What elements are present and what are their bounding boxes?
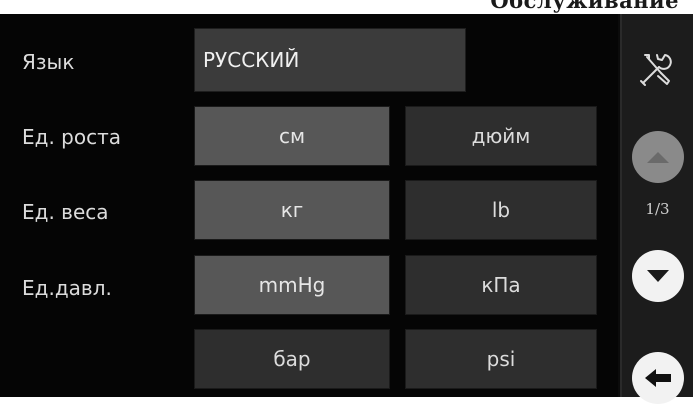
height-unit-cm-button[interactable]: см	[194, 106, 390, 166]
scroll-down-button[interactable]	[632, 250, 684, 302]
arrow-left-icon	[645, 369, 671, 387]
document-header: Обслуживание	[0, 0, 693, 14]
triangle-up-icon	[647, 152, 669, 163]
pressure-units-label: Ед.давл.	[22, 276, 112, 300]
weight-units-label: Ед. веса	[22, 200, 109, 224]
height-unit-inch-button[interactable]: дюйм	[405, 106, 597, 166]
weight-unit-kg-button[interactable]: кг	[194, 180, 390, 240]
weight-unit-lb-button[interactable]: lb	[405, 180, 597, 240]
height-units-label: Ед. роста	[22, 125, 122, 149]
page-indicator: 1/3	[645, 200, 670, 218]
pressure-unit-mmhg-button[interactable]: mmHg	[194, 255, 390, 315]
scroll-up-button[interactable]	[632, 131, 684, 183]
back-button[interactable]	[632, 352, 684, 404]
pressure-unit-kpa-button[interactable]: кПа	[405, 255, 597, 315]
pressure-unit-psi-button[interactable]: psi	[405, 329, 597, 389]
language-label: Язык	[22, 50, 75, 74]
header-title-fragment: Обслуживание	[490, 0, 679, 13]
language-selector[interactable]: РУССКИЙ	[194, 28, 466, 92]
triangle-down-icon	[647, 270, 669, 282]
right-sidebar: 1/3	[620, 14, 693, 404]
pressure-unit-bar-button[interactable]: бар	[194, 329, 390, 389]
device-screen: Язык РУССКИЙ Ед. роста см дюйм Ед. веса …	[0, 14, 693, 404]
settings-panel: Язык РУССКИЙ Ед. роста см дюйм Ед. веса …	[0, 14, 618, 397]
wrench-screwdriver-icon[interactable]	[637, 49, 677, 89]
